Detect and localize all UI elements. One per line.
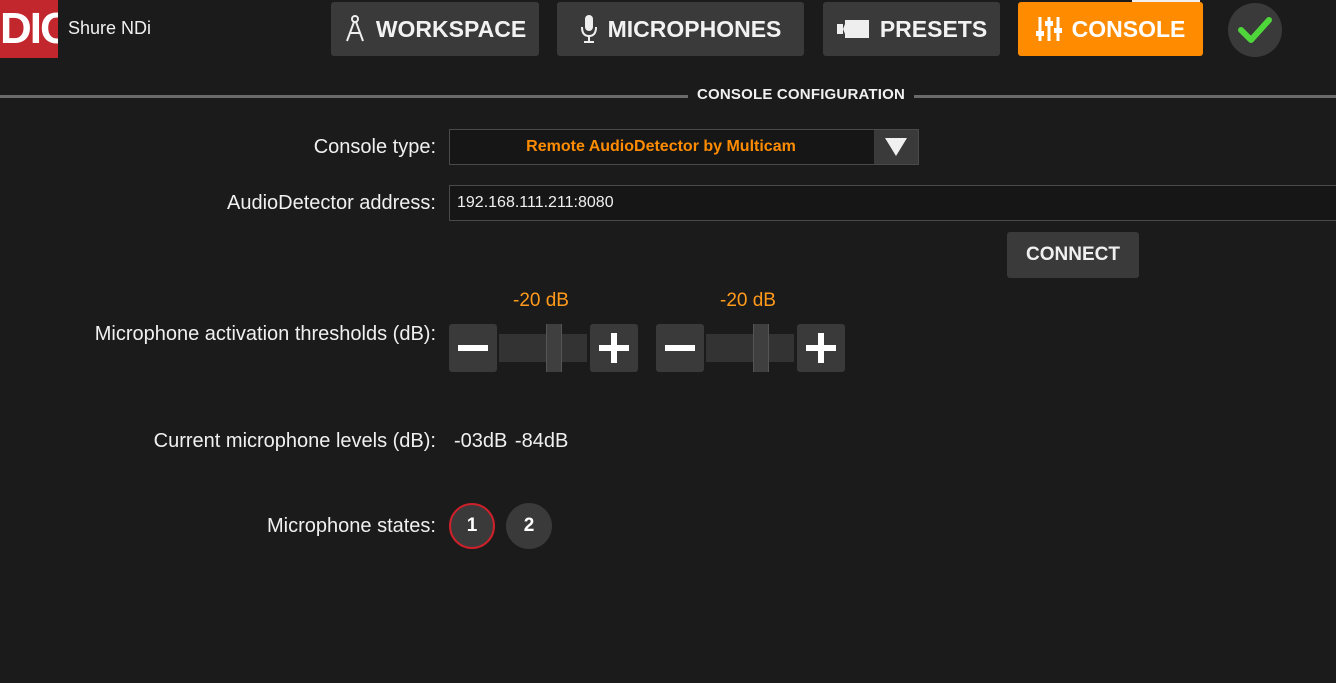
check-icon xyxy=(1238,17,1272,43)
levels-value: -03dB -84dB xyxy=(454,430,569,452)
section-divider-right xyxy=(914,95,1336,98)
dropdown-arrow-icon[interactable] xyxy=(874,130,918,164)
section-title: CONSOLE CONFIGURATION xyxy=(696,86,906,103)
console-page: DIO Shure NDi WORKSPACE MICROPHONES PRES… xyxy=(0,0,1336,683)
mic-state-1[interactable]: 1 xyxy=(449,503,495,549)
minus-icon xyxy=(458,345,488,351)
connection-status[interactable] xyxy=(1228,3,1282,57)
camera-icon xyxy=(836,18,870,40)
tab-workspace[interactable]: WORKSPACE xyxy=(331,2,539,56)
tab-microphones[interactable]: MICROPHONES xyxy=(557,2,804,56)
app-logo: DIO xyxy=(0,0,58,58)
threshold-2-increase-button[interactable] xyxy=(797,324,845,372)
console-type-value: Remote AudioDetector by Multicam xyxy=(526,138,796,155)
threshold-2-slider[interactable] xyxy=(706,334,794,362)
section-divider-left xyxy=(0,95,688,98)
app-name: Shure NDi xyxy=(68,18,152,38)
tab-presets[interactable]: PRESETS xyxy=(823,2,1000,56)
tab-label: MICROPHONES xyxy=(607,15,782,42)
threshold-2-decrease-button[interactable] xyxy=(656,324,704,372)
tab-label: WORKSPACE xyxy=(375,15,527,42)
plus-icon xyxy=(806,333,836,363)
states-label: Microphone states: xyxy=(267,515,436,537)
threshold-1-slider[interactable] xyxy=(499,334,587,362)
minus-icon xyxy=(665,345,695,351)
plus-icon xyxy=(599,333,629,363)
console-type-label: Console type: xyxy=(313,136,436,158)
levels-label: Current microphone levels (dB): xyxy=(153,430,436,452)
threshold-1-handle[interactable] xyxy=(545,324,562,372)
mic-state-2[interactable]: 2 xyxy=(506,503,552,549)
address-label: AudioDetector address: xyxy=(226,192,436,214)
compass-icon xyxy=(344,15,366,43)
threshold-1-decrease-button[interactable] xyxy=(449,324,497,372)
threshold-2-value: -20 dB xyxy=(720,290,776,311)
sliders-icon xyxy=(1035,15,1062,43)
tab-label: PRESETS xyxy=(879,15,988,42)
address-input[interactable]: 192.168.111.211:8080 xyxy=(449,185,1336,221)
threshold-1-increase-button[interactable] xyxy=(590,324,638,372)
threshold-2-handle[interactable] xyxy=(752,324,769,372)
thresholds-label: Microphone activation thresholds (dB): xyxy=(94,323,436,345)
connect-button[interactable]: CONNECT xyxy=(1007,232,1139,278)
tab-label: CONSOLE xyxy=(1071,15,1186,42)
console-type-select[interactable]: Remote AudioDetector by Multicam xyxy=(449,129,919,165)
tab-console[interactable]: CONSOLE xyxy=(1018,2,1203,56)
microphone-icon xyxy=(580,14,598,44)
threshold-1-value: -20 dB xyxy=(513,290,569,311)
